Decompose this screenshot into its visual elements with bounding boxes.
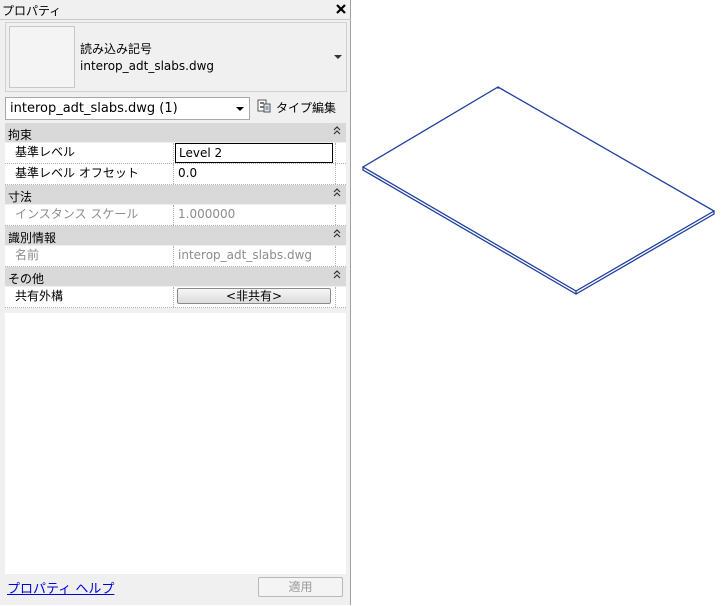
row-tail	[335, 205, 346, 225]
properties-help-link[interactable]: プロパティ ヘルプ	[7, 578, 114, 597]
property-row-name: 名前 interop_adt_slabs.dwg	[5, 246, 346, 267]
edit-type-label: タイプ編集	[276, 101, 337, 115]
group-title: その他	[8, 272, 45, 286]
properties-palette: プロパティ 読み込み記号 interop_adt_slabs.dwg inter…	[0, 0, 351, 605]
group-identity-data[interactable]: 識別情報	[5, 226, 346, 246]
edit-type-button[interactable]: タイプ編集	[255, 97, 347, 117]
palette-title: プロパティ	[2, 4, 62, 18]
collapse-icon[interactable]	[333, 125, 341, 138]
type-thumbnail	[9, 26, 75, 88]
group-dimensions[interactable]: 寸法	[5, 185, 346, 205]
base-level-field[interactable]: Level 2	[175, 143, 333, 163]
group-constraints[interactable]: 拘束	[5, 123, 346, 143]
instance-filter-value: interop_adt_slabs.dwg (1)	[10, 101, 178, 116]
close-icon[interactable]	[333, 0, 349, 18]
collapse-icon[interactable]	[333, 228, 341, 241]
property-name: 基準レベル	[5, 143, 174, 163]
chevron-down-icon	[236, 107, 244, 111]
edit-type-icon	[257, 99, 271, 113]
instance-scale-value: 1.000000	[178, 207, 236, 221]
row-tail	[335, 287, 346, 307]
palette-titlebar[interactable]: プロパティ	[0, 0, 351, 20]
collapse-icon[interactable]	[333, 269, 341, 282]
slab-outline-graphic	[361, 86, 716, 295]
group-title: 拘束	[8, 128, 33, 142]
type-preview-dropdown[interactable]: 読み込み記号 interop_adt_slabs.dwg	[5, 22, 347, 92]
row-tail	[335, 164, 346, 184]
family-name: 読み込み記号	[80, 42, 153, 56]
type-name: interop_adt_slabs.dwg	[80, 59, 215, 73]
property-row-shared-site: 共有外構 <非共有>	[5, 287, 346, 308]
dropdown-arrow-icon	[334, 55, 342, 59]
property-name: インスタンス スケール	[5, 205, 174, 225]
shared-site-cell: <非共有>	[175, 287, 335, 307]
shared-site-button[interactable]: <非共有>	[177, 288, 331, 304]
group-other[interactable]: その他	[5, 267, 346, 287]
row-tail	[335, 143, 346, 163]
collapse-icon[interactable]	[333, 187, 341, 200]
name-value: interop_adt_slabs.dwg	[178, 248, 313, 262]
property-grid-empty-area	[5, 313, 346, 574]
property-name: 名前	[5, 246, 174, 266]
property-row-base-offset: 基準レベル オフセット 0.0	[5, 164, 346, 185]
instance-filter-dropdown[interactable]: interop_adt_slabs.dwg (1)	[5, 97, 250, 120]
row-tail	[335, 246, 346, 266]
apply-button[interactable]: 適用	[258, 577, 343, 597]
property-row-instance-scale: インスタンス スケール 1.000000	[5, 205, 346, 226]
group-title: 寸法	[8, 190, 33, 204]
property-name: 共有外構	[5, 287, 174, 307]
3d-view-canvas[interactable]	[355, 80, 721, 300]
group-title: 識別情報	[8, 231, 57, 245]
property-name: 基準レベル オフセット	[5, 164, 174, 184]
property-row-base-level: 基準レベル Level 2	[5, 143, 346, 164]
property-grid: 拘束 基準レベル Level 2 基準レベル オフセット 0.0 寸法 インスタ…	[5, 123, 346, 308]
base-offset-field[interactable]: 0.0	[175, 164, 335, 184]
